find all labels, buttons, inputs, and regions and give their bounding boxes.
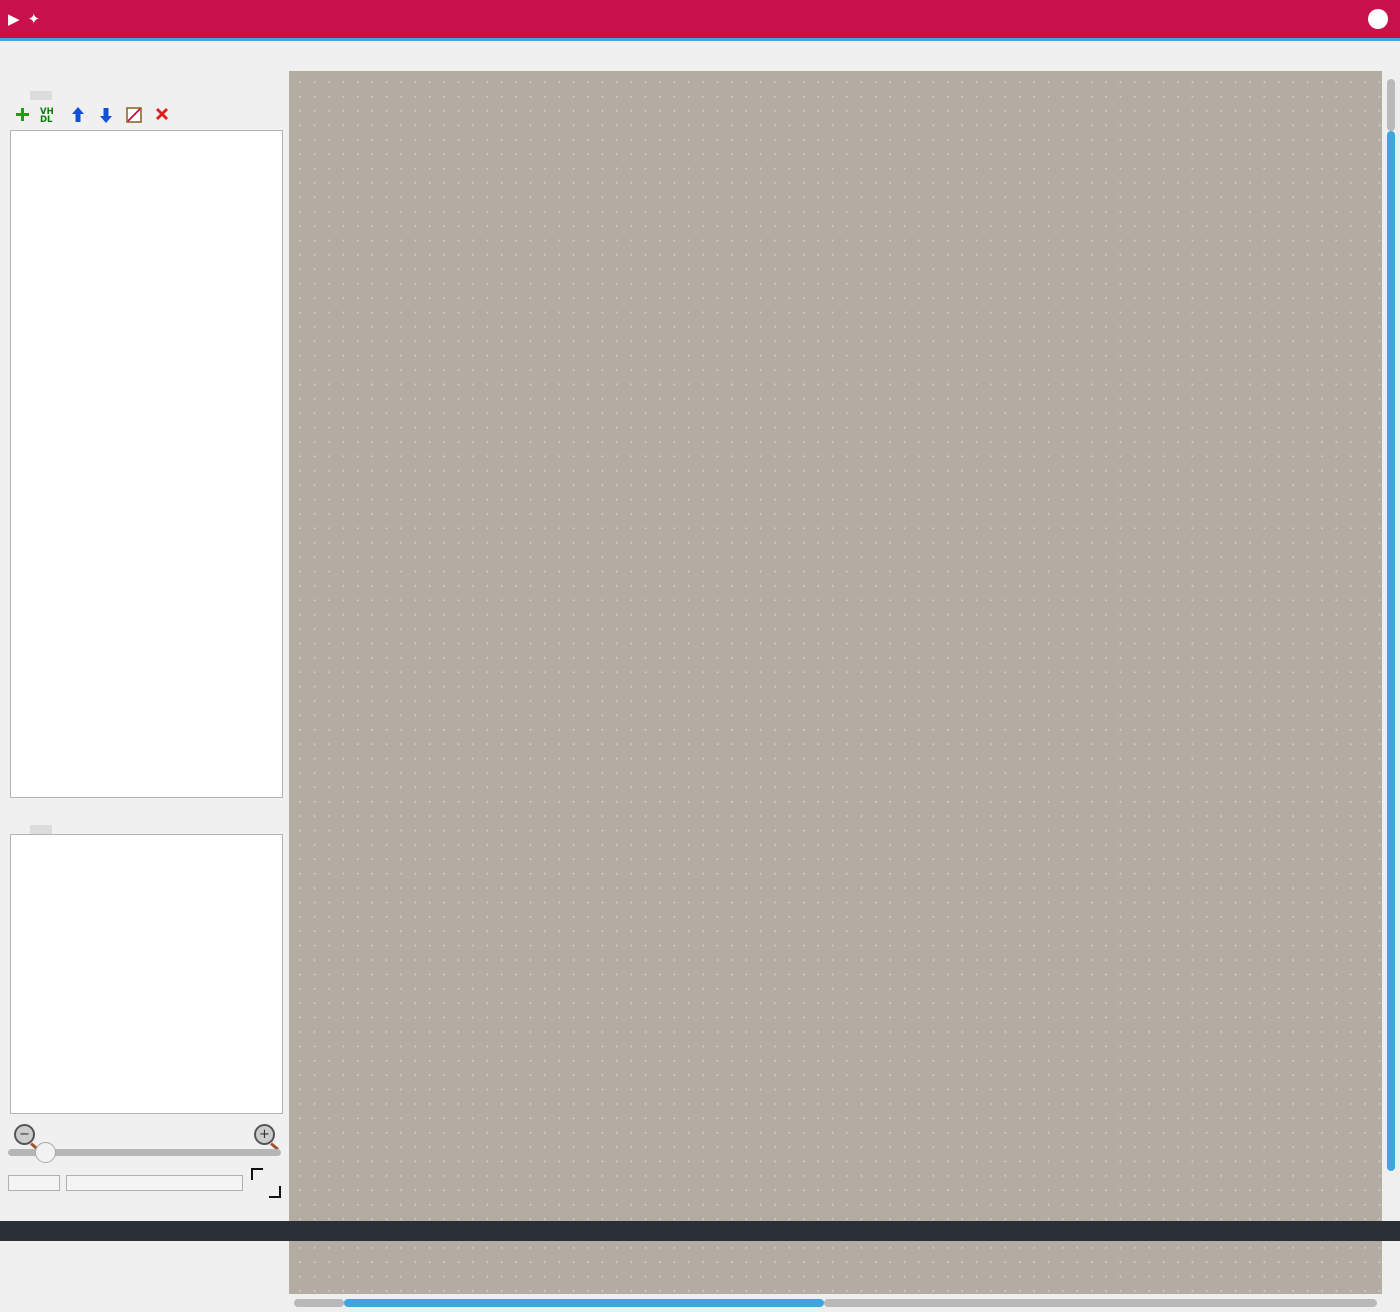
vertical-scroll-thumb[interactable]	[1387, 131, 1395, 1171]
close-button[interactable]	[1368, 9, 1388, 29]
vertical-scrollbar[interactable]	[1382, 71, 1400, 1312]
pin-icon: ✦	[28, 12, 41, 27]
properties-panel	[10, 834, 283, 1114]
window-controls	[1317, 9, 1392, 29]
delete-icon[interactable]	[152, 105, 171, 124]
auto-button[interactable]	[8, 1175, 60, 1191]
explorer-toolbar: VHDL	[0, 100, 289, 128]
schematic-canvas[interactable]	[289, 71, 1400, 1312]
zoom-in-icon[interactable]: +	[254, 1124, 275, 1145]
menu-window[interactable]	[78, 53, 92, 59]
zoom-slider[interactable]	[0, 1149, 289, 1156]
menu-project[interactable]	[36, 53, 50, 59]
move-up-icon[interactable]	[68, 105, 87, 124]
menu-file[interactable]	[8, 53, 22, 59]
scale-button[interactable]	[66, 1175, 243, 1191]
slider-thumb[interactable]	[35, 1142, 56, 1163]
menu-help[interactable]	[92, 53, 106, 59]
slider-track[interactable]	[8, 1149, 281, 1156]
fit-to-window-icon[interactable]	[249, 1166, 283, 1200]
move-down-icon[interactable]	[96, 105, 115, 124]
tab-design[interactable]	[8, 91, 30, 100]
menu-edit[interactable]	[22, 53, 36, 59]
zoom-out-icon[interactable]: −	[14, 1124, 35, 1145]
schematic-svg	[289, 71, 1400, 1221]
menu-bar	[0, 41, 1400, 71]
horizontal-scroll-track-right[interactable]	[824, 1299, 1377, 1307]
properties-tabs	[0, 806, 289, 834]
svg-text:DL: DL	[40, 115, 53, 124]
rename-icon[interactable]	[124, 105, 143, 124]
tab-simulate[interactable]	[30, 91, 52, 100]
left-panel: VHDL − +	[0, 71, 289, 1312]
title-bar: ▶ ✦	[0, 0, 1400, 38]
tab-properties[interactable]	[8, 825, 30, 834]
vertical-scroll-track-upper[interactable]	[1387, 79, 1395, 131]
menu-fpga[interactable]	[64, 53, 78, 59]
horizontal-scroll-thumb[interactable]	[344, 1299, 824, 1307]
circuit-canvas-area[interactable]: A	[289, 71, 1400, 1312]
horizontal-scroll-track-left[interactable]	[294, 1299, 344, 1307]
explorer-tabs	[0, 71, 289, 100]
zoom-controls: − +	[0, 1114, 289, 1145]
app-icon: ▶	[8, 12, 20, 27]
properties-header	[11, 835, 282, 844]
status-bar	[0, 1221, 1400, 1241]
add-icon[interactable]	[12, 105, 31, 124]
circuit-explorer-tree[interactable]	[10, 130, 283, 798]
vhdl-icon[interactable]: VHDL	[40, 105, 59, 124]
tab-state[interactable]	[30, 825, 52, 834]
horizontal-scrollbar[interactable]	[289, 1294, 1382, 1312]
zoom-buttons-row	[8, 1166, 283, 1200]
menu-simulate[interactable]	[50, 53, 64, 59]
